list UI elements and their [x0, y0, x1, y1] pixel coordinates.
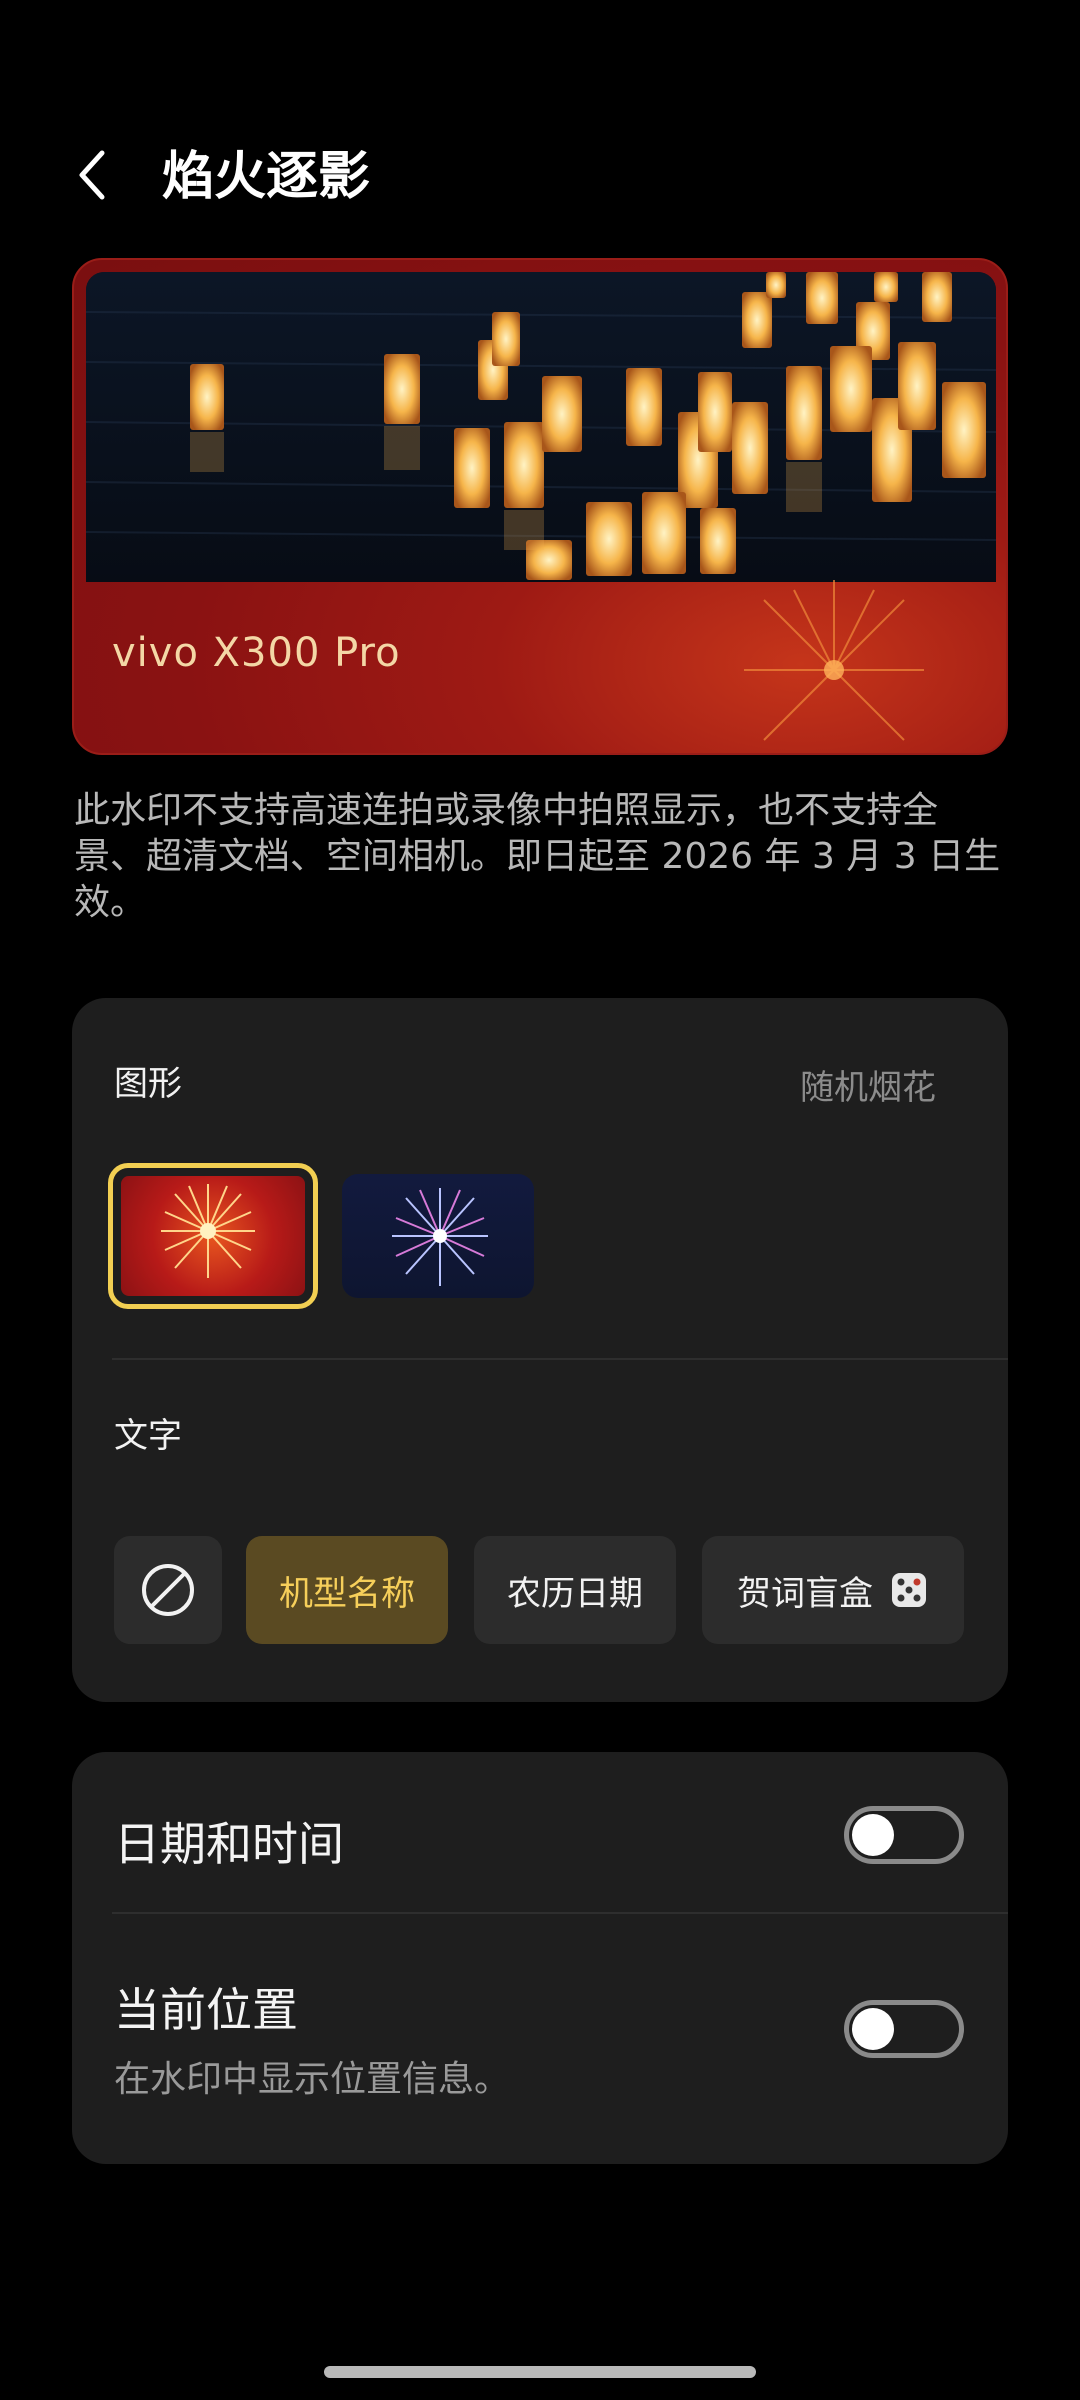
watermark-style-card: 图形 随机烟花 文字 机型名称 农历日期 贺词盲盒 — [72, 998, 1008, 1702]
location-title: 当前位置 — [114, 1983, 298, 2037]
location-toggle[interactable] — [844, 2000, 964, 2058]
prohibited-icon — [142, 1564, 194, 1616]
toggle-knob — [852, 2008, 894, 2050]
graphic-option-blue-firework[interactable] — [342, 1174, 534, 1298]
lantern-image — [86, 272, 996, 582]
graphics-label: 图形 — [114, 1064, 182, 1104]
dice-icon — [892, 1573, 926, 1607]
row-divider — [112, 1912, 1008, 1914]
watermark-info-card: 日期和时间 当前位置 在水印中显示位置信息。 — [72, 1752, 1008, 2164]
graphic-option-red-firework[interactable] — [108, 1163, 318, 1309]
location-subtitle: 在水印中显示位置信息。 — [114, 2059, 511, 2100]
chip-label: 贺词盲盒 — [737, 1573, 873, 1614]
text-option-lunar-date[interactable]: 农历日期 — [474, 1536, 676, 1644]
text-option-model-name[interactable]: 机型名称 — [246, 1536, 448, 1644]
preview-photo — [86, 272, 996, 582]
notice-text: 此水印不支持高速连拍或录像中拍照显示，也不支持全景、超清文档、空间相机。即日起至… — [74, 790, 1001, 923]
text-label: 文字 — [114, 1416, 182, 1456]
section-divider — [112, 1358, 1008, 1360]
random-firework-button[interactable]: 随机烟花 — [800, 1060, 936, 1109]
chip-label: 机型名称 — [279, 1573, 415, 1614]
firework-decoration — [744, 580, 924, 741]
header: 焰火逐影 — [0, 130, 1080, 220]
page-title: 焰火逐影 — [162, 147, 371, 207]
back-button[interactable] — [62, 140, 122, 210]
chevron-left-icon — [79, 150, 105, 200]
toggle-knob — [852, 1814, 894, 1856]
datetime-title: 日期和时间 — [114, 1817, 344, 1871]
watermark-preview-banner: vivo X300 Pro — [72, 258, 1008, 755]
chip-label: 农历日期 — [507, 1573, 643, 1614]
blue-firework-icon — [392, 1188, 488, 1286]
datetime-toggle[interactable] — [844, 1806, 964, 1864]
red-firework-icon — [161, 1184, 255, 1278]
text-option-none[interactable] — [114, 1536, 222, 1644]
text-option-greeting-box[interactable]: 贺词盲盒 — [702, 1536, 964, 1644]
home-indicator[interactable] — [324, 2366, 756, 2378]
brand-text: vivo X300 Pro — [112, 630, 401, 676]
